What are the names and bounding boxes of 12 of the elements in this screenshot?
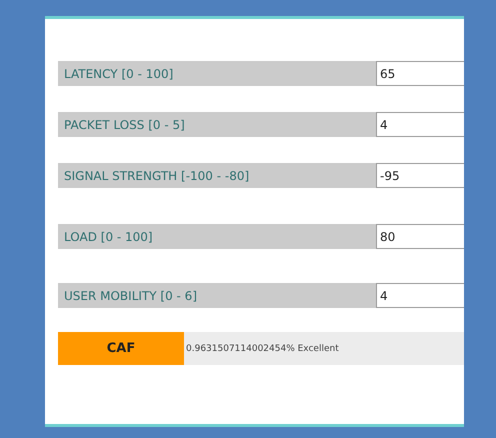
field-label: SIGNAL STRENGTH [-100 - -80] — [58, 163, 376, 188]
input-field[interactable]: 4 — [376, 283, 464, 308]
input-field[interactable]: 80 — [376, 224, 464, 249]
input-field[interactable]: 65 — [376, 61, 464, 86]
field-label: PACKET LOSS [0 - 5] — [58, 112, 376, 137]
input-field[interactable]: 4 — [376, 112, 464, 137]
caf-button[interactable]: CAF — [58, 332, 184, 365]
field-label: LATENCY [0 - 100] — [58, 61, 376, 86]
input-field[interactable]: -95 — [376, 163, 464, 188]
field-label: LOAD [0 - 100] — [58, 224, 376, 249]
result-text: 0.9631507114002454% Excellent — [185, 344, 339, 354]
field-label: USER MOBILITY [0 - 6] — [58, 283, 376, 308]
